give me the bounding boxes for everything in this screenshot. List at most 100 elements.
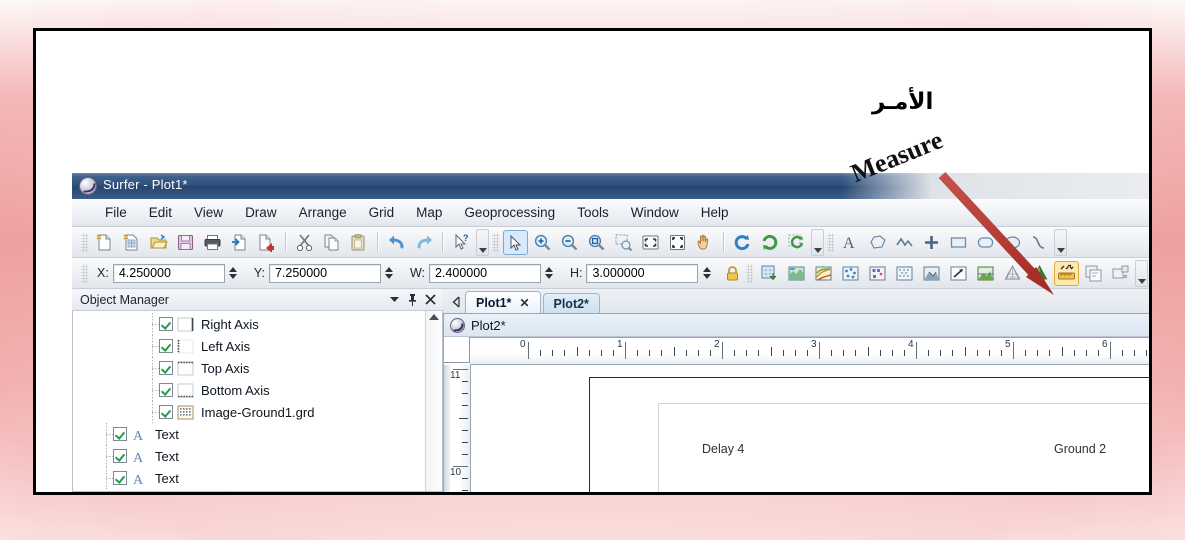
visibility-checkbox[interactable]	[113, 427, 127, 441]
list-item[interactable]: Left Axis	[73, 335, 425, 357]
classed-post-map-icon[interactable]	[865, 261, 890, 286]
vector-map-icon[interactable]	[946, 261, 971, 286]
w-input[interactable]: 2.400000	[428, 263, 541, 283]
menu-item-grid[interactable]: Grid	[358, 202, 406, 223]
ellipse-tool-icon[interactable]	[1000, 230, 1025, 255]
toolbar-overflow-chevron[interactable]	[1135, 259, 1149, 287]
visibility-checkbox[interactable]	[159, 361, 173, 375]
visibility-checkbox[interactable]	[159, 339, 173, 353]
menu-item-tools[interactable]: Tools	[566, 202, 620, 223]
post-map-icon[interactable]	[838, 261, 863, 286]
y-spinner[interactable]	[383, 264, 396, 283]
plot-text-delay4[interactable]: Delay 4	[702, 442, 744, 456]
toolbar-overflow-chevron[interactable]	[1054, 228, 1067, 256]
x-spinner[interactable]	[227, 264, 240, 283]
lock-aspect-ratio-icon[interactable]	[721, 262, 743, 284]
whats-this-help-icon[interactable]: ?	[449, 230, 474, 255]
x-input[interactable]: 4.250000	[112, 263, 225, 283]
toolbar-overflow-chevron[interactable]	[811, 228, 824, 256]
list-item[interactable]: A Text	[73, 445, 425, 467]
polygon-tool-icon[interactable]	[865, 230, 890, 255]
tab-scroll-left-icon[interactable]	[447, 291, 465, 313]
menu-item-draw[interactable]: Draw	[234, 202, 288, 223]
redo-icon[interactable]	[411, 230, 436, 255]
tab-plot1[interactable]: Plot1* ✕	[465, 291, 541, 313]
rounded-rectangle-tool-icon[interactable]	[973, 230, 998, 255]
text-tool-icon[interactable]: A	[838, 230, 863, 255]
print-icon[interactable]	[200, 230, 225, 255]
refresh-blue-icon[interactable]	[730, 230, 755, 255]
scroll-up-arrow-icon[interactable]	[429, 314, 439, 320]
close-icon[interactable]	[421, 292, 439, 308]
menu-item-edit[interactable]: Edit	[138, 202, 183, 223]
paste-icon[interactable]	[346, 230, 371, 255]
vertical-scrollbar[interactable]	[425, 311, 442, 491]
menu-item-map[interactable]: Map	[405, 202, 453, 223]
surface-3d-icon[interactable]	[1027, 261, 1052, 286]
menu-item-file[interactable]: File	[94, 202, 138, 223]
image-map-icon[interactable]	[892, 261, 917, 286]
zoom-out-icon[interactable]	[557, 230, 582, 255]
reload-green-icon[interactable]	[757, 230, 782, 255]
menu-item-arrange[interactable]: Arrange	[288, 202, 358, 223]
import-icon[interactable]	[227, 230, 252, 255]
copy-icon[interactable]	[319, 230, 344, 255]
toolbar-grip[interactable]	[492, 232, 499, 252]
spline-polyline-tool-icon[interactable]	[1027, 230, 1052, 255]
new-plot-icon[interactable]	[92, 230, 117, 255]
contour-map-icon[interactable]	[811, 261, 836, 286]
plot-page[interactable]: Delay 4 Ground 2 Gnd2-C	[589, 377, 1149, 492]
visibility-checkbox[interactable]	[159, 405, 173, 419]
list-item[interactable]: A Text	[73, 467, 425, 489]
h-spinner[interactable]	[700, 264, 713, 283]
menu-item-geoprocessing[interactable]: Geoprocessing	[453, 202, 566, 223]
zoom-in-icon[interactable]	[530, 230, 555, 255]
select-arrow-icon[interactable]	[503, 229, 528, 255]
zoom-tool-icon[interactable]	[584, 230, 609, 255]
plot-canvas[interactable]: Delay 4 Ground 2 Gnd2-C	[471, 365, 1149, 492]
new-worksheet-icon[interactable]	[119, 230, 144, 255]
fit-to-page-icon[interactable]	[665, 230, 690, 255]
auto-redraw-icon[interactable]	[784, 230, 809, 255]
save-icon[interactable]	[173, 230, 198, 255]
visibility-checkbox[interactable]	[113, 449, 127, 463]
list-item[interactable]: Right Axis	[73, 313, 425, 335]
panel-menu-icon[interactable]	[385, 292, 403, 308]
polyline-tool-icon[interactable]	[892, 230, 917, 255]
base-map-icon[interactable]	[784, 261, 809, 286]
toolbar-overflow-chevron[interactable]	[476, 228, 489, 256]
vertical-ruler[interactable]: 11 10	[444, 365, 471, 492]
wireframe-3d-icon[interactable]	[1000, 261, 1025, 286]
w-spinner[interactable]	[543, 264, 556, 283]
undo-icon[interactable]	[384, 230, 409, 255]
pin-icon[interactable]	[403, 292, 421, 308]
horizontal-ruler[interactable]: 0 1 2 3 4 5 6	[470, 337, 1149, 365]
menu-item-view[interactable]: View	[183, 202, 234, 223]
ruler-corner[interactable]	[444, 337, 470, 363]
visibility-checkbox[interactable]	[159, 383, 173, 397]
visibility-checkbox[interactable]	[113, 471, 127, 485]
list-item[interactable]: Bottom Axis	[73, 379, 425, 401]
export-icon[interactable]	[254, 230, 279, 255]
zoom-selection-icon[interactable]	[611, 230, 636, 255]
h-input[interactable]: 3.000000	[586, 263, 699, 283]
list-item[interactable]: A Text	[73, 423, 425, 445]
rectangle-tool-icon[interactable]	[946, 230, 971, 255]
menu-item-help[interactable]: Help	[690, 202, 740, 223]
toolbar-grip[interactable]	[746, 263, 754, 283]
watershed-map-icon[interactable]	[973, 261, 998, 286]
fit-to-window-icon[interactable]	[638, 230, 663, 255]
plot-text-ground2[interactable]: Ground 2	[1054, 442, 1106, 456]
measure-tool-icon[interactable]	[1054, 260, 1080, 286]
break-apart-layers-icon[interactable]	[1108, 261, 1133, 286]
grid-data-icon[interactable]	[757, 261, 782, 286]
pan-hand-icon[interactable]	[692, 230, 717, 255]
toolbar-grip[interactable]	[81, 232, 88, 252]
y-input[interactable]: 7.250000	[268, 263, 381, 283]
list-item[interactable]: Top Axis	[73, 357, 425, 379]
visibility-checkbox[interactable]	[159, 317, 173, 331]
tab-plot2[interactable]: Plot2*	[542, 293, 600, 313]
tab-close-icon[interactable]: ✕	[519, 296, 529, 310]
point-tool-icon[interactable]	[919, 230, 944, 255]
toolbar-grip[interactable]	[827, 232, 834, 252]
